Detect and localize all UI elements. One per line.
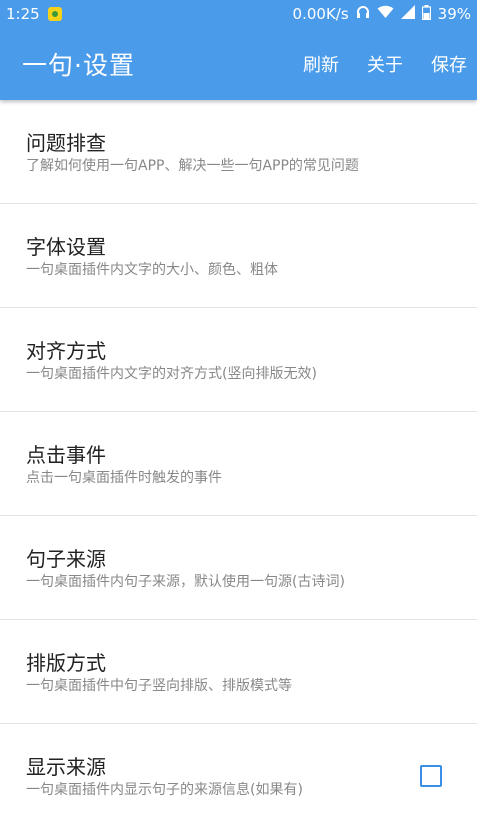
status-time: 1:25	[6, 5, 40, 23]
refresh-button[interactable]: 刷新	[303, 51, 339, 77]
setting-desc: 一句桌面插件内文字的大小、颜色、粗体	[26, 262, 278, 278]
setting-font[interactable]: 字体设置 一句桌面插件内文字的大小、颜色、粗体	[0, 204, 477, 308]
app-bar: 1:25 0.00K/s 39% 一句·设置 刷新 关于 保存	[0, 0, 477, 100]
network-speed: 0.00K/s	[292, 5, 349, 23]
battery-icon	[421, 4, 431, 24]
page-title: 一句·设置	[22, 51, 135, 80]
setting-desc: 一句桌面插件内文字的对齐方式(竖向排版无效)	[26, 366, 317, 382]
setting-desc: 点击一句桌面插件时触发的事件	[26, 470, 222, 486]
signal-icon	[400, 5, 415, 23]
setting-troubleshoot[interactable]: 问题排查 了解如何使用一句APP、解决一些一句APP的常见问题	[0, 100, 477, 204]
setting-title: 显示来源	[26, 755, 106, 779]
about-button[interactable]: 关于	[367, 51, 403, 77]
settings-list: 问题排查 了解如何使用一句APP、解决一些一句APP的常见问题 字体设置 一句桌…	[0, 100, 477, 828]
setting-desc: 一句桌面插件内句子来源，默认使用一句源(古诗词)	[26, 574, 345, 590]
setting-show-source[interactable]: 显示来源 一句桌面插件内显示句子的来源信息(如果有)	[0, 724, 477, 828]
setting-desc: 一句桌面插件内显示句子的来源信息(如果有)	[26, 782, 303, 798]
notification-icon	[47, 7, 62, 21]
show-source-checkbox[interactable]	[420, 765, 442, 787]
save-button[interactable]: 保存	[431, 51, 467, 77]
setting-title: 字体设置	[26, 235, 106, 259]
setting-title: 点击事件	[26, 443, 106, 467]
setting-title: 问题排查	[26, 131, 106, 155]
battery-level: 39%	[437, 5, 471, 23]
status-bar: 1:25 0.00K/s 39%	[0, 0, 477, 28]
setting-title: 排版方式	[26, 651, 106, 675]
headset-icon	[356, 5, 370, 23]
setting-title: 句子来源	[26, 547, 106, 571]
setting-desc: 了解如何使用一句APP、解决一些一句APP的常见问题	[26, 158, 359, 174]
setting-sentence-source[interactable]: 句子来源 一句桌面插件内句子来源，默认使用一句源(古诗词)	[0, 516, 477, 620]
setting-desc: 一句桌面插件中句子竖向排版、排版模式等	[26, 678, 292, 694]
setting-title: 对齐方式	[26, 339, 106, 363]
setting-layout[interactable]: 排版方式 一句桌面插件中句子竖向排版、排版模式等	[0, 620, 477, 724]
toolbar: 一句·设置 刷新 关于 保存	[0, 28, 477, 100]
setting-alignment[interactable]: 对齐方式 一句桌面插件内文字的对齐方式(竖向排版无效)	[0, 308, 477, 412]
wifi-icon	[377, 5, 394, 23]
setting-click-event[interactable]: 点击事件 点击一句桌面插件时触发的事件	[0, 412, 477, 516]
